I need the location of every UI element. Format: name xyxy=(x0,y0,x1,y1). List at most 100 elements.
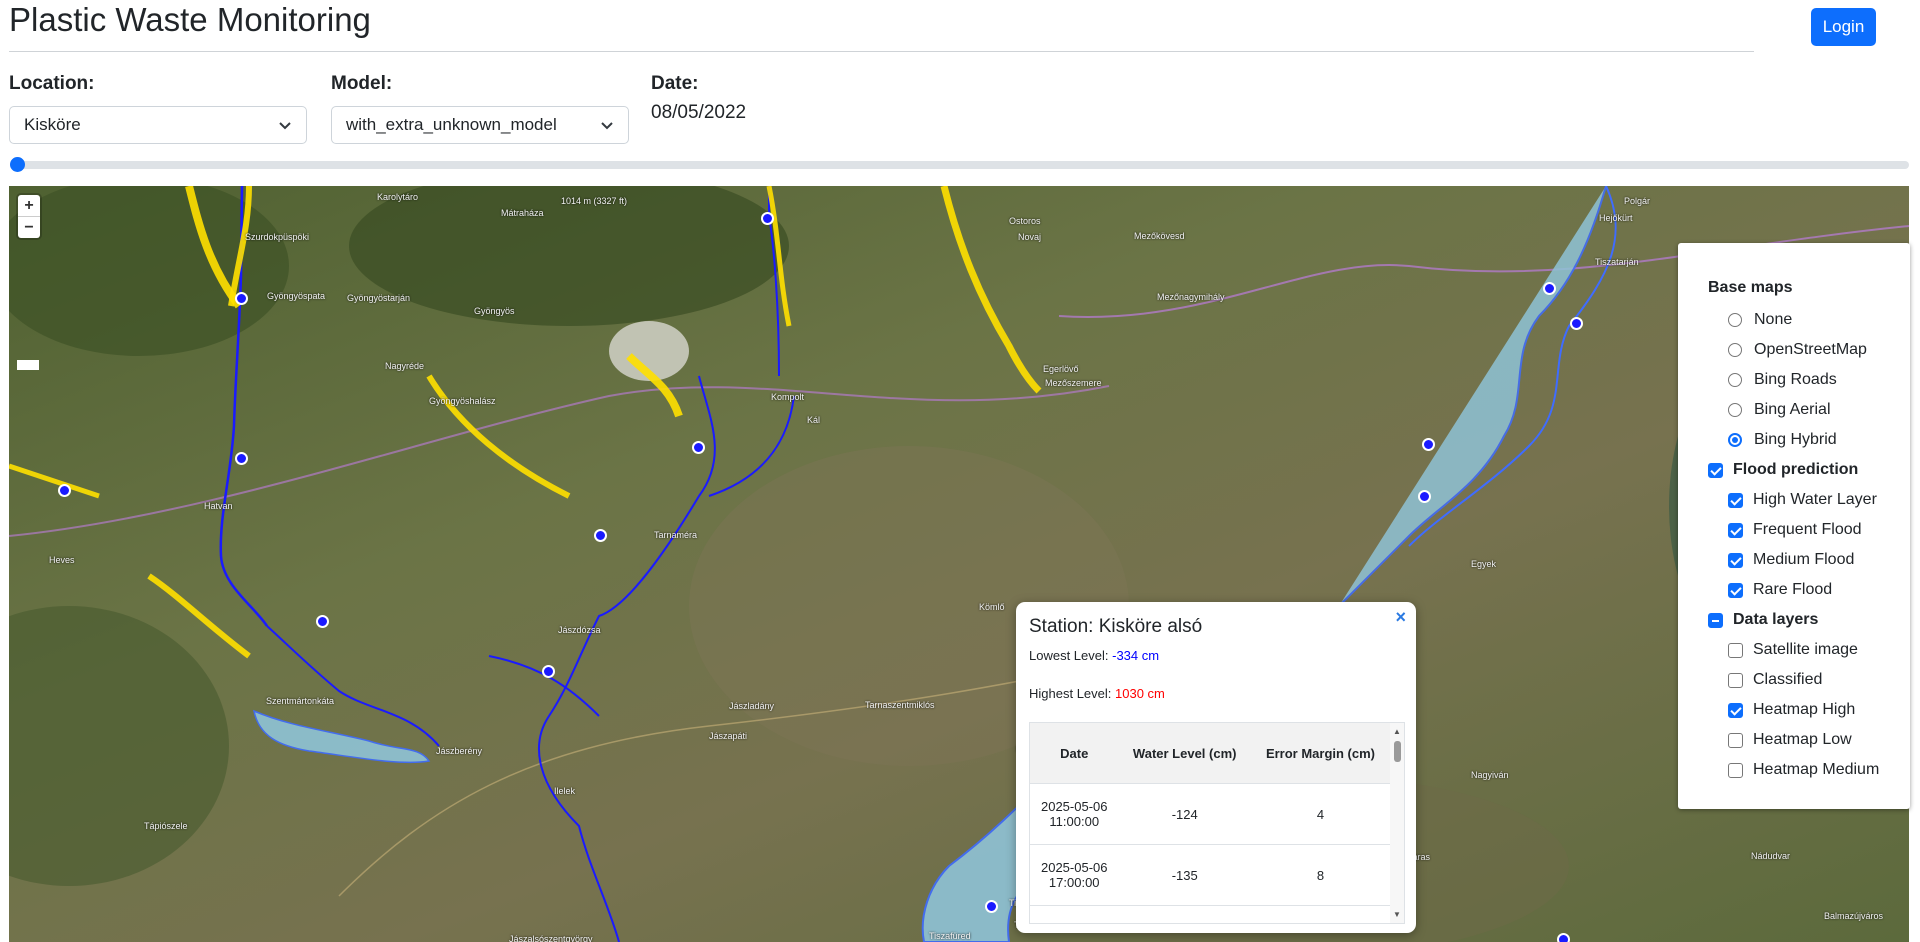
base-map-radio[interactable] xyxy=(1728,403,1742,417)
place-label: Polgár xyxy=(1624,196,1651,206)
place-label: Egyek xyxy=(1471,559,1497,569)
date-slider[interactable] xyxy=(10,156,1909,172)
base-map-label: OpenStreetMap xyxy=(1754,341,1867,358)
table-header-row: Date Water Level (cm) Error Margin (cm) xyxy=(1030,723,1390,784)
station-marker[interactable] xyxy=(1422,438,1435,451)
place-label: Gyöngyös xyxy=(474,306,515,316)
place-label: Karolytáro xyxy=(377,192,419,202)
slider-thumb[interactable] xyxy=(10,157,25,172)
place-label: Gyöngyöspata xyxy=(267,291,326,301)
data-layers-checkbox[interactable] xyxy=(1708,612,1723,628)
place-label: Mátraháza xyxy=(501,208,544,218)
place-label: Nagyréde xyxy=(385,361,425,371)
place-label: Jászberény xyxy=(436,746,483,756)
layer-option[interactable]: Satellite image xyxy=(1708,635,1910,665)
layer-option[interactable]: High Water Layer xyxy=(1708,485,1910,515)
layer-option[interactable]: Classified xyxy=(1708,665,1910,695)
station-marker[interactable] xyxy=(761,212,774,225)
station-marker[interactable] xyxy=(316,615,329,628)
lowest-level-line: Lowest Level: -334 cm xyxy=(1029,648,1403,663)
cell-water-level: -135 xyxy=(1118,844,1251,906)
scroll-down-icon[interactable]: ▼ xyxy=(1393,910,1401,919)
layer-checkbox[interactable] xyxy=(1728,492,1743,508)
layer-checkbox[interactable] xyxy=(1728,522,1743,538)
base-map-radio[interactable] xyxy=(1728,433,1742,447)
flood-prediction-checkbox[interactable] xyxy=(1708,462,1723,478)
base-map-radio[interactable] xyxy=(1728,313,1742,327)
data-layers-group[interactable]: Data layers xyxy=(1708,605,1910,635)
location-select[interactable]: Kisköre xyxy=(9,106,307,144)
layer-option[interactable]: Frequent Flood xyxy=(1708,515,1910,545)
layer-checkbox[interactable] xyxy=(1728,702,1743,718)
base-map-option[interactable]: OpenStreetMap xyxy=(1708,335,1910,365)
place-label: Szurdokpüspöki xyxy=(245,232,310,242)
slider-track[interactable] xyxy=(10,161,1909,169)
login-button[interactable]: Login xyxy=(1811,8,1876,46)
page-title: Plastic Waste Monitoring xyxy=(9,1,371,38)
model-select-value: with_extra_unknown_model xyxy=(346,115,557,134)
base-map-option[interactable]: Bing Roads xyxy=(1708,365,1910,395)
station-marker[interactable] xyxy=(985,900,998,913)
base-map-option[interactable]: None xyxy=(1708,305,1910,335)
layer-option[interactable]: Heatmap High xyxy=(1708,695,1910,725)
base-map-option[interactable]: Bing Hybrid xyxy=(1708,425,1910,455)
place-label: Novaj xyxy=(1018,232,1042,242)
base-map-radio[interactable] xyxy=(1728,373,1742,387)
place-label: Kompolt xyxy=(771,392,805,402)
station-marker[interactable] xyxy=(1557,933,1570,942)
layer-checkbox[interactable] xyxy=(1728,642,1743,658)
base-map-option[interactable]: Bing Aerial xyxy=(1708,395,1910,425)
station-marker[interactable] xyxy=(542,665,555,678)
popup-close-button[interactable]: × xyxy=(1395,607,1406,628)
layer-checkbox[interactable] xyxy=(1728,582,1743,598)
station-marker[interactable] xyxy=(692,441,705,454)
highest-level-line: Highest Level: 1030 cm xyxy=(1029,686,1403,701)
place-label: Mezőnagymihály xyxy=(1157,292,1225,302)
flood-prediction-group[interactable]: Flood prediction xyxy=(1708,455,1910,485)
layer-option[interactable]: Heatmap Medium xyxy=(1708,755,1910,785)
station-marker[interactable] xyxy=(58,484,71,497)
station-marker[interactable] xyxy=(1570,317,1583,330)
title-divider xyxy=(9,51,1754,52)
water-level-table: Date Water Level (cm) Error Margin (cm) … xyxy=(1030,723,1390,923)
layer-checkbox[interactable] xyxy=(1728,732,1743,748)
layer-label: Rare Flood xyxy=(1753,581,1833,598)
scroll-thumb[interactable] xyxy=(1394,741,1401,762)
place-label: Hatvan xyxy=(204,501,233,511)
station-marker[interactable] xyxy=(1543,282,1556,295)
place-label: Balmazújváros xyxy=(1824,911,1884,921)
station-marker[interactable] xyxy=(1418,490,1431,503)
station-marker[interactable] xyxy=(594,529,607,542)
scroll-up-icon[interactable]: ▲ xyxy=(1393,727,1401,736)
base-map-radio[interactable] xyxy=(1728,343,1742,357)
station-marker[interactable] xyxy=(235,292,248,305)
place-label: Kál xyxy=(807,415,821,425)
table-scrollbar[interactable]: ▲ ▼ xyxy=(1390,723,1404,923)
zoom-out-button[interactable]: − xyxy=(18,216,40,238)
layer-option[interactable]: Heatmap Low xyxy=(1708,725,1910,755)
place-label: Tiszatarján xyxy=(1595,257,1639,267)
lowest-level-label: Lowest Level: xyxy=(1029,648,1109,663)
station-marker[interactable] xyxy=(235,452,248,465)
date-value: 08/05/2022 xyxy=(651,102,747,123)
highest-level-label: Highest Level: xyxy=(1029,686,1112,701)
zoom-in-button[interactable]: + xyxy=(18,195,40,216)
layer-label: Medium Flood xyxy=(1753,551,1855,568)
cell-date-time: 17:00:00 xyxy=(1048,875,1100,890)
layer-option[interactable]: Rare Flood xyxy=(1708,575,1910,605)
base-map-label: Bing Aerial xyxy=(1754,401,1831,418)
place-label: Nádudvar xyxy=(1751,851,1791,861)
layer-option[interactable]: Medium Flood xyxy=(1708,545,1910,575)
column-header-date: Date xyxy=(1030,723,1119,784)
water-level-table-container[interactable]: Date Water Level (cm) Error Margin (cm) … xyxy=(1029,722,1405,924)
cell-date-time: 11:00:00 xyxy=(1049,814,1100,829)
map-view[interactable]: + − Karolytáro Mátraháza Szurdokpüspöki Gyö… xyxy=(9,186,1909,942)
cell-date: 2025-05-06 xyxy=(1030,905,1119,923)
station-popup: × Station: Kisköre alsó Lowest Level: -3… xyxy=(1016,602,1416,933)
layer-checkbox[interactable] xyxy=(1728,762,1743,778)
layer-checkbox[interactable] xyxy=(1728,672,1743,688)
layer-checkbox[interactable] xyxy=(1728,552,1743,568)
popup-title: Station: Kisköre alsó xyxy=(1029,616,1203,637)
location-select-value: Kisköre xyxy=(24,115,81,134)
model-select[interactable]: with_extra_unknown_model xyxy=(331,106,629,144)
